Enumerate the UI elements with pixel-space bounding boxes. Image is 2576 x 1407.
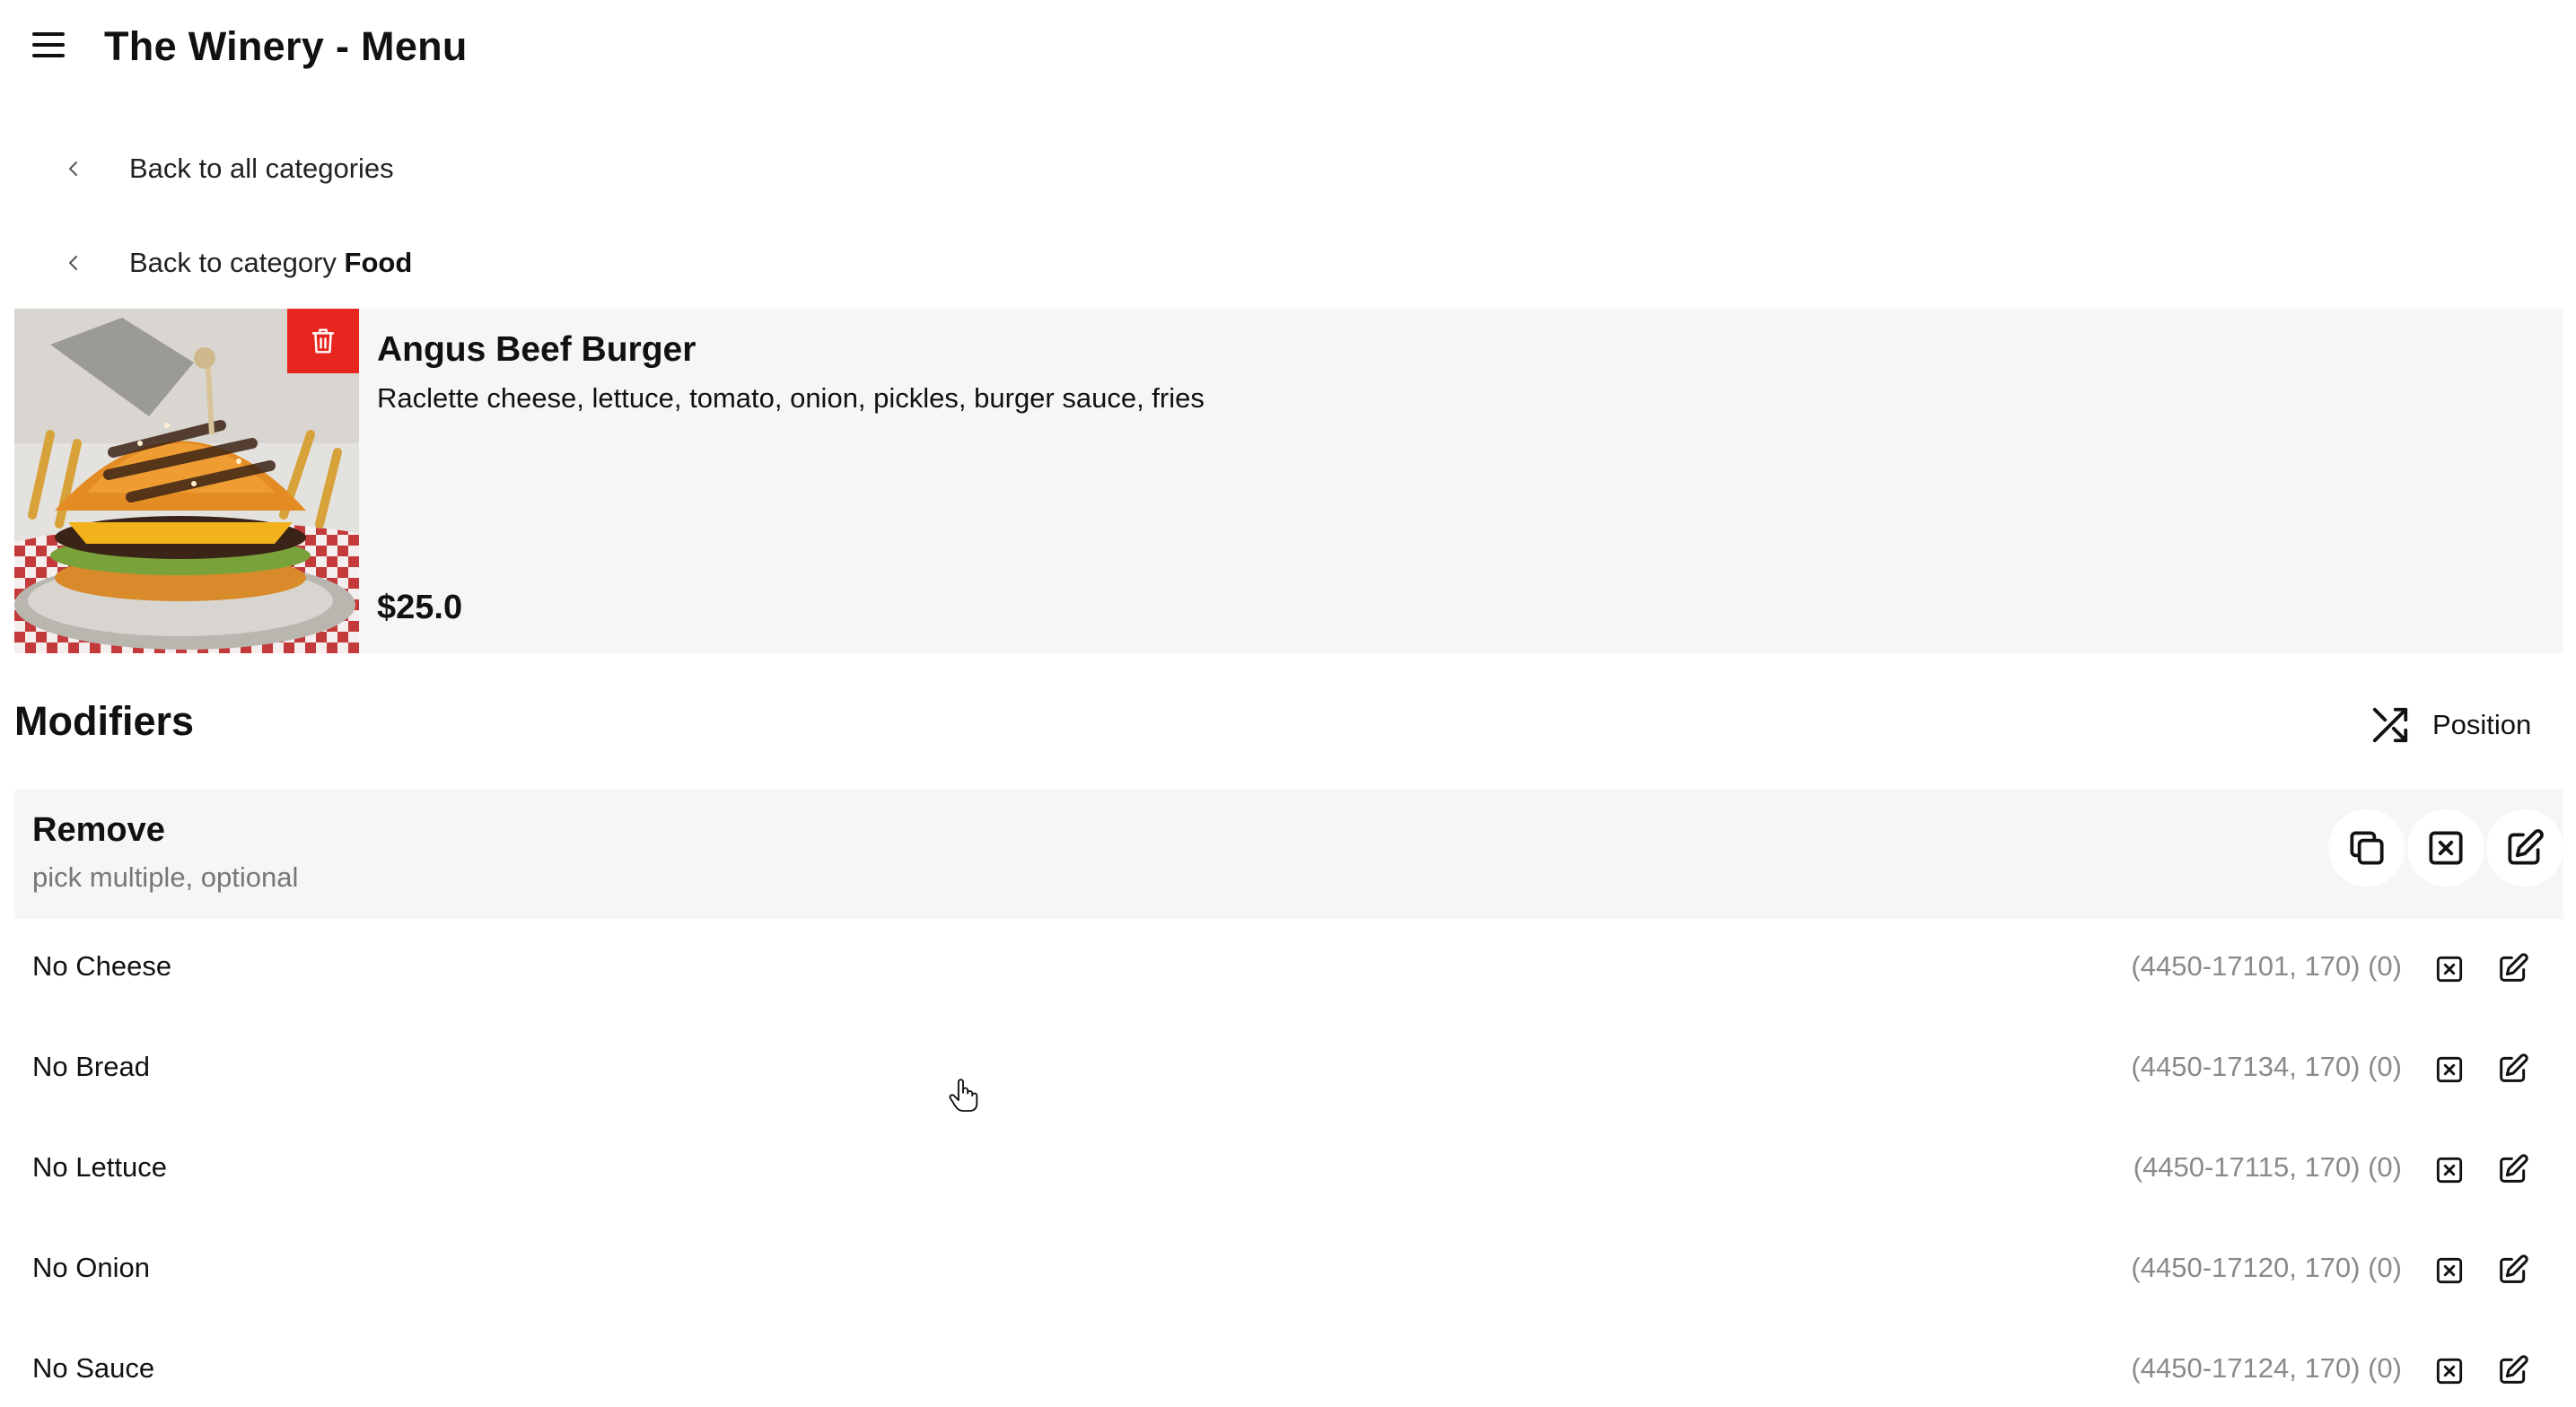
chevron-left-icon <box>69 162 77 176</box>
modifier-row: No Sauce (4450-17124, 170) (0) <box>14 1340 2563 1403</box>
delete-item-button[interactable] <box>287 309 359 373</box>
modifier-code: (4450-17115, 170) (0) <box>2133 1151 2402 1183</box>
trash-icon <box>311 328 335 354</box>
position-button[interactable]: Position <box>2370 700 2531 750</box>
hamburger-menu-icon[interactable] <box>31 29 66 61</box>
modifier-name: No Sauce <box>32 1352 155 1384</box>
edit-modifier-icon[interactable] <box>2495 950 2531 986</box>
modifier-code: (4450-17101, 170) (0) <box>2131 950 2402 982</box>
edit-modifier-icon[interactable] <box>2495 1352 2531 1388</box>
category-name: Food <box>344 247 413 278</box>
app-header: The Winery - Menu <box>0 0 2576 99</box>
modifiers-heading: Modifiers <box>14 698 195 744</box>
duplicate-group-button[interactable] <box>2328 809 2405 887</box>
modifier-name: No Cheese <box>32 950 172 982</box>
modifier-row: No Lettuce (4450-17115, 170) (0) <box>14 1139 2563 1202</box>
chevron-left-icon <box>69 256 77 270</box>
modifier-code: (4450-17120, 170) (0) <box>2131 1252 2402 1283</box>
modifier-name: No Onion <box>32 1252 150 1283</box>
modifier-code: (4450-17124, 170) (0) <box>2131 1352 2402 1384</box>
modifier-name: No Lettuce <box>32 1151 167 1183</box>
position-label: Position <box>2432 709 2532 740</box>
shuffle-icon <box>2372 707 2408 743</box>
back-to-category-link[interactable]: Back to category Food <box>54 232 592 294</box>
modifier-row: No Bread (4450-17134, 170) (0) <box>14 1038 2563 1101</box>
item-name: Angus Beef Burger <box>377 330 697 369</box>
modifier-code: (4450-17134, 170) (0) <box>2131 1051 2402 1082</box>
edit-modifier-icon[interactable] <box>2495 1051 2531 1087</box>
back-to-all-categories-label: Back to all categories <box>129 153 394 184</box>
delete-modifier-icon[interactable] <box>2432 952 2466 986</box>
back-to-category-prefix: Back to category <box>129 247 345 278</box>
modifier-group-row: Remove pick multiple, optional <box>14 790 2563 919</box>
modifier-name: No Bread <box>32 1051 150 1082</box>
back-to-all-categories-link[interactable]: Back to all categories <box>54 137 592 200</box>
menu-item-card: Angus Beef Burger Raclette cheese, lettu… <box>14 309 2563 653</box>
back-to-category-label: Back to category Food <box>129 247 412 279</box>
delete-modifier-icon[interactable] <box>2432 1354 2466 1388</box>
copy-icon <box>2350 831 2384 865</box>
edit-icon <box>2508 829 2544 865</box>
modifier-row: No Onion (4450-17120, 170) (0) <box>14 1239 2563 1302</box>
modifier-group-subtitle: pick multiple, optional <box>32 861 299 893</box>
delete-group-button[interactable] <box>2407 809 2484 887</box>
delete-modifier-icon[interactable] <box>2432 1254 2466 1288</box>
page-title: The Winery - Menu <box>104 23 468 69</box>
close-box-icon <box>2429 831 2463 865</box>
item-price: $25.0 <box>377 589 463 626</box>
modifier-group-name: Remove <box>32 811 165 849</box>
edit-modifier-icon[interactable] <box>2495 1151 2531 1187</box>
modifier-group-actions <box>2326 809 2563 887</box>
delete-modifier-icon[interactable] <box>2432 1153 2466 1187</box>
hand-cursor-icon <box>949 1079 978 1112</box>
edit-group-button[interactable] <box>2486 809 2563 887</box>
item-description: Raclette cheese, lettuce, tomato, onion,… <box>377 382 1205 414</box>
modifier-row: No Cheese (4450-17101, 170) (0) <box>14 938 2563 1001</box>
edit-modifier-icon[interactable] <box>2495 1252 2531 1288</box>
delete-modifier-icon[interactable] <box>2432 1053 2466 1087</box>
